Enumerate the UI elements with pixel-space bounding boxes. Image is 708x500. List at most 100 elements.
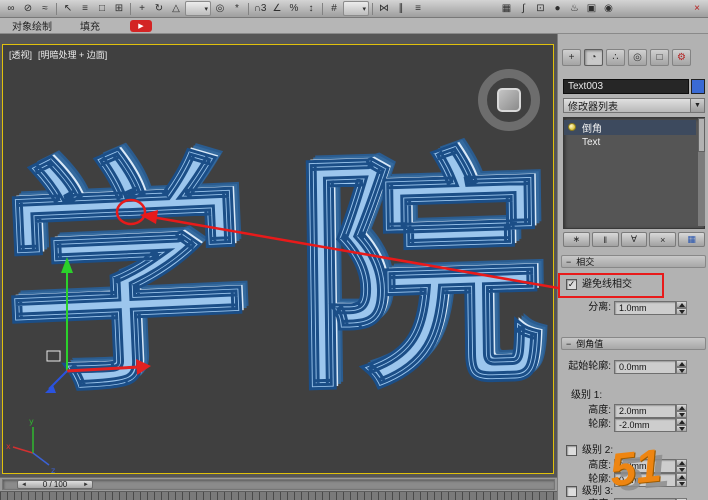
hierarchy-tab-icon[interactable]: ∴ xyxy=(606,49,625,66)
bind-to-spacewarp-icon[interactable]: ≈ xyxy=(37,1,53,16)
next-frame-arrow[interactable]: ► xyxy=(83,482,89,488)
show-end-result-button[interactable]: ‖ xyxy=(591,232,619,247)
separation-spinner[interactable]: 1.0mm xyxy=(614,301,687,315)
viewcube[interactable] xyxy=(478,69,540,131)
start-outline-spinner-arrows[interactable] xyxy=(676,360,687,374)
align-icon[interactable]: ∥ xyxy=(393,1,409,16)
perspective-viewport[interactable]: [透视] [明暗处理 + 边面] 学 院 x y z xyxy=(2,44,554,474)
avoid-intersection-checkbox[interactable]: ✓ xyxy=(566,279,577,290)
level2-height-spinner-arrows[interactable] xyxy=(676,459,687,473)
render-setup-icon[interactable]: ♨ xyxy=(567,1,583,16)
level1-outline-spinner[interactable]: -2.0mm xyxy=(614,418,687,432)
material-editor-icon[interactable]: ● xyxy=(550,1,566,16)
spinner-up-arrow[interactable] xyxy=(676,360,687,367)
remove-modifier-button[interactable]: × xyxy=(649,232,677,247)
curve-editor-icon[interactable]: ∫ xyxy=(516,1,532,16)
level2-outline-spinner-arrows[interactable] xyxy=(676,473,687,487)
make-unique-button[interactable]: ∀ xyxy=(620,232,648,247)
window-crossing-icon[interactable]: ⊞ xyxy=(111,1,127,16)
select-and-move-icon[interactable]: + xyxy=(134,1,150,16)
object-color-swatch[interactable] xyxy=(691,79,705,94)
spinner-up-arrow[interactable] xyxy=(676,404,687,411)
utilities-tab-icon[interactable]: ⚙ xyxy=(672,49,691,66)
tab-object-paint[interactable]: 对象绘制 xyxy=(12,18,52,33)
object-name-field[interactable]: Text003 xyxy=(563,79,689,94)
start-outline-spinner[interactable]: 0.0mm xyxy=(614,360,687,374)
level2-height-value[interactable]: 0.0mm xyxy=(614,459,676,473)
spinner-down-arrow[interactable] xyxy=(676,308,687,315)
select-and-link-icon[interactable]: ∞ xyxy=(3,1,19,16)
select-and-manipulate-icon[interactable]: * xyxy=(229,1,245,16)
stack-scrollbar[interactable] xyxy=(698,118,705,226)
viewport-view-menu[interactable]: [透视] xyxy=(9,48,32,61)
tab-populate[interactable]: 填充 xyxy=(80,18,100,33)
modifier-list-dropdown[interactable]: 修改器列表 ▼ xyxy=(563,98,705,113)
modifier-enabled-bulb[interactable] xyxy=(568,123,576,131)
viewport-shading-menu[interactable]: [明暗处理 + 边面] xyxy=(38,48,107,61)
display-tab-icon[interactable]: □ xyxy=(650,49,669,66)
chevron-down-icon[interactable]: ▼ xyxy=(690,99,704,112)
select-and-scale-icon[interactable]: △ xyxy=(168,1,184,16)
layer-manager-icon[interactable]: ≡ xyxy=(410,1,426,16)
level2-outline-value[interactable]: 0.0mm xyxy=(614,473,676,487)
rendered-frame-icon[interactable]: ▣ xyxy=(584,1,600,16)
schematic-view-icon[interactable]: ⊡ xyxy=(533,1,549,16)
level1-outline-value[interactable]: -2.0mm xyxy=(614,418,676,432)
stack-row-bevel[interactable]: 倒角 xyxy=(564,120,696,135)
rollout-bevel-values-header[interactable]: − 倒角值 xyxy=(561,337,706,350)
named-selection-dropdown[interactable]: ▾ xyxy=(343,1,369,16)
angle-snap-icon[interactable]: ∠ xyxy=(269,1,285,16)
spinner-snap-icon[interactable]: ↕ xyxy=(303,1,319,16)
modifier-stack[interactable]: 倒角 Text xyxy=(563,117,705,229)
reference-coordinate-dropdown[interactable]: ▾ xyxy=(185,1,211,16)
level2-checkbox[interactable] xyxy=(566,445,577,456)
separation-value[interactable]: 1.0mm xyxy=(614,301,676,315)
level1-height-spinner-arrows[interactable] xyxy=(676,404,687,418)
spinner-down-arrow[interactable] xyxy=(676,480,687,487)
pin-stack-button[interactable]: ∗ xyxy=(563,232,590,247)
level3-checkbox[interactable] xyxy=(566,486,577,497)
rectangular-selection-icon[interactable]: □ xyxy=(94,1,110,16)
spinner-up-arrow[interactable] xyxy=(676,418,687,425)
select-object-icon[interactable]: ↖ xyxy=(60,1,76,16)
level1-outline-spinner-arrows[interactable] xyxy=(676,418,687,432)
render-production-icon[interactable]: ◉ xyxy=(601,1,617,16)
time-slider-track[interactable]: ◄ 0 / 100 ► xyxy=(2,479,555,490)
spinner-up-arrow[interactable] xyxy=(676,301,687,308)
text-object-char-2[interactable]: 院 xyxy=(290,125,547,427)
level2-height-spinner[interactable]: 0.0mm xyxy=(614,459,687,473)
level2-outline-spinner[interactable]: 0.0mm xyxy=(614,473,687,487)
start-outline-value[interactable]: 0.0mm xyxy=(614,360,676,374)
stack-scrollbar-thumb[interactable] xyxy=(698,118,705,152)
viewcube-home-face[interactable] xyxy=(497,88,521,112)
graphite-ribbon-icon[interactable]: ▦ xyxy=(499,1,515,16)
configure-modifier-sets-button[interactable]: ▦ xyxy=(678,232,705,247)
named-selection-sets-icon[interactable]: # xyxy=(326,1,342,16)
play-video-icon[interactable]: ▶ xyxy=(130,19,152,32)
snap-toggle-3d-icon[interactable]: ∩3 xyxy=(252,1,268,16)
spinner-down-arrow[interactable] xyxy=(676,425,687,432)
spinner-down-arrow[interactable] xyxy=(676,466,687,473)
track-bar[interactable] xyxy=(0,491,557,500)
prev-frame-arrow[interactable]: ◄ xyxy=(21,482,27,488)
rollout-intersection-header[interactable]: − 相交 xyxy=(561,255,706,268)
level1-height-value[interactable]: 2.0mm xyxy=(614,404,676,418)
create-tab-icon[interactable]: + xyxy=(562,49,581,66)
close-icon[interactable]: × xyxy=(689,1,705,16)
mirror-icon[interactable]: ⋈ xyxy=(376,1,392,16)
text-object-char-1[interactable]: 学 xyxy=(3,128,257,430)
level1-height-spinner[interactable]: 2.0mm xyxy=(614,404,687,418)
modify-tab-icon[interactable]: ◔ xyxy=(584,49,603,66)
spinner-up-arrow[interactable] xyxy=(676,473,687,480)
motion-tab-icon[interactable]: ◎ xyxy=(628,49,647,66)
select-by-name-icon[interactable]: ≡ xyxy=(77,1,93,16)
percent-snap-icon[interactable]: % xyxy=(286,1,302,16)
spinner-up-arrow[interactable] xyxy=(676,459,687,466)
spinner-down-arrow[interactable] xyxy=(676,367,687,374)
use-pivot-center-icon[interactable]: ◎ xyxy=(212,1,228,16)
unlink-selection-icon[interactable]: ⊘ xyxy=(20,1,36,16)
time-slider-handle[interactable]: ◄ 0 / 100 ► xyxy=(17,480,93,489)
select-and-rotate-icon[interactable]: ↻ xyxy=(151,1,167,16)
spinner-down-arrow[interactable] xyxy=(676,411,687,418)
separation-spinner-arrows[interactable] xyxy=(676,301,687,315)
